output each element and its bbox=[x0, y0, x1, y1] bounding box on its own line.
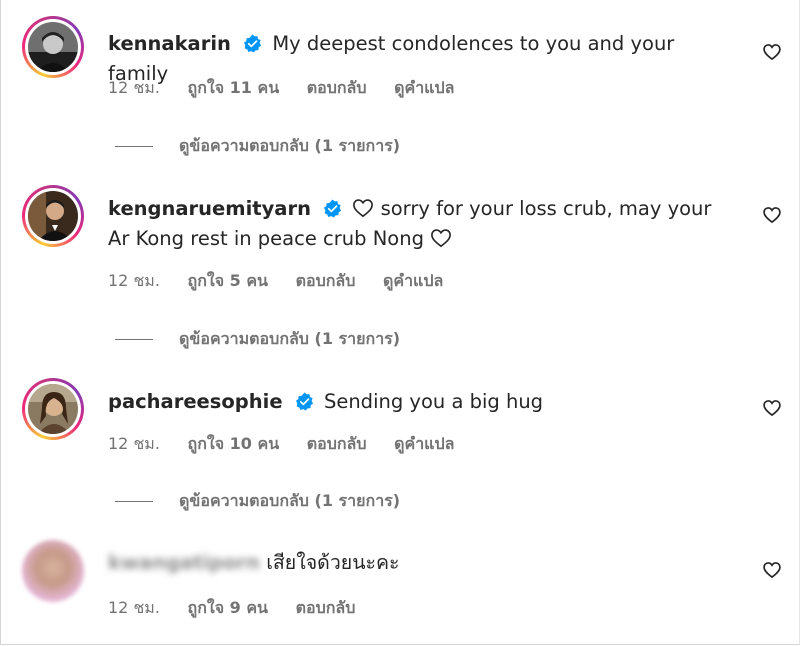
replies-divider bbox=[115, 146, 153, 147]
comment-text: Sending you a big hug bbox=[323, 390, 544, 413]
likes-count-link[interactable]: ถูกใจ 9 คน bbox=[188, 598, 268, 617]
translate-button[interactable]: ดูคำแปล bbox=[383, 271, 443, 290]
comment-username[interactable]: kengnaruemityarn bbox=[108, 197, 311, 220]
reply-button[interactable]: ตอบกลับ bbox=[296, 598, 356, 617]
reply-button[interactable]: ตอบกลับ bbox=[307, 434, 367, 453]
translate-button[interactable]: ดูคำแปล bbox=[394, 434, 454, 453]
avatar[interactable] bbox=[22, 185, 84, 247]
comment-text: เสียใจด้วยนะคะ bbox=[266, 551, 400, 574]
comment-username[interactable]: kennakarin bbox=[108, 32, 231, 55]
avatar[interactable] bbox=[22, 378, 84, 440]
comment-timestamp: 12 ชม. bbox=[108, 598, 160, 617]
comment-timestamp: 12 ชม. bbox=[108, 434, 160, 453]
heart-emoji-icon bbox=[431, 229, 452, 248]
heart-emoji-icon bbox=[353, 199, 374, 218]
heart-outline-icon[interactable] bbox=[762, 42, 782, 62]
likes-count-link[interactable]: ถูกใจ 10 คน bbox=[188, 434, 280, 453]
comment-timestamp: 12 ชม. bbox=[108, 78, 160, 97]
verified-badge-icon bbox=[244, 34, 262, 53]
reply-button[interactable]: ตอบกลับ bbox=[307, 78, 367, 97]
replies-divider bbox=[115, 501, 153, 502]
likes-count-link[interactable]: ถูกใจ 11 คน bbox=[188, 78, 280, 97]
comment-text: Kong rest in peace crub Nong bbox=[135, 227, 424, 250]
comment-username[interactable]: pachareesophie bbox=[108, 390, 283, 413]
comment-username[interactable]: kwangatiporn bbox=[108, 551, 260, 574]
avatar[interactable] bbox=[22, 540, 84, 602]
verified-badge-icon bbox=[324, 199, 342, 218]
heart-outline-icon[interactable] bbox=[762, 398, 782, 418]
verified-badge-icon bbox=[295, 392, 313, 411]
view-replies-button[interactable]: ดูข้อความตอบกลับ (1 รายการ) bbox=[115, 489, 400, 514]
replies-divider bbox=[115, 339, 153, 340]
translate-button[interactable]: ดูคำแปล bbox=[394, 78, 454, 97]
comment-timestamp: 12 ชม. bbox=[108, 271, 160, 290]
view-replies-button[interactable]: ดูข้อความตอบกลับ (1 รายการ) bbox=[115, 134, 400, 159]
reply-button[interactable]: ตอบกลับ bbox=[296, 271, 356, 290]
heart-outline-icon[interactable] bbox=[762, 560, 782, 580]
heart-outline-icon[interactable] bbox=[762, 205, 782, 225]
likes-count-link[interactable]: ถูกใจ 5 คน bbox=[188, 271, 268, 290]
avatar[interactable] bbox=[22, 16, 84, 78]
view-replies-button[interactable]: ดูข้อความตอบกลับ (1 รายการ) bbox=[115, 327, 400, 352]
